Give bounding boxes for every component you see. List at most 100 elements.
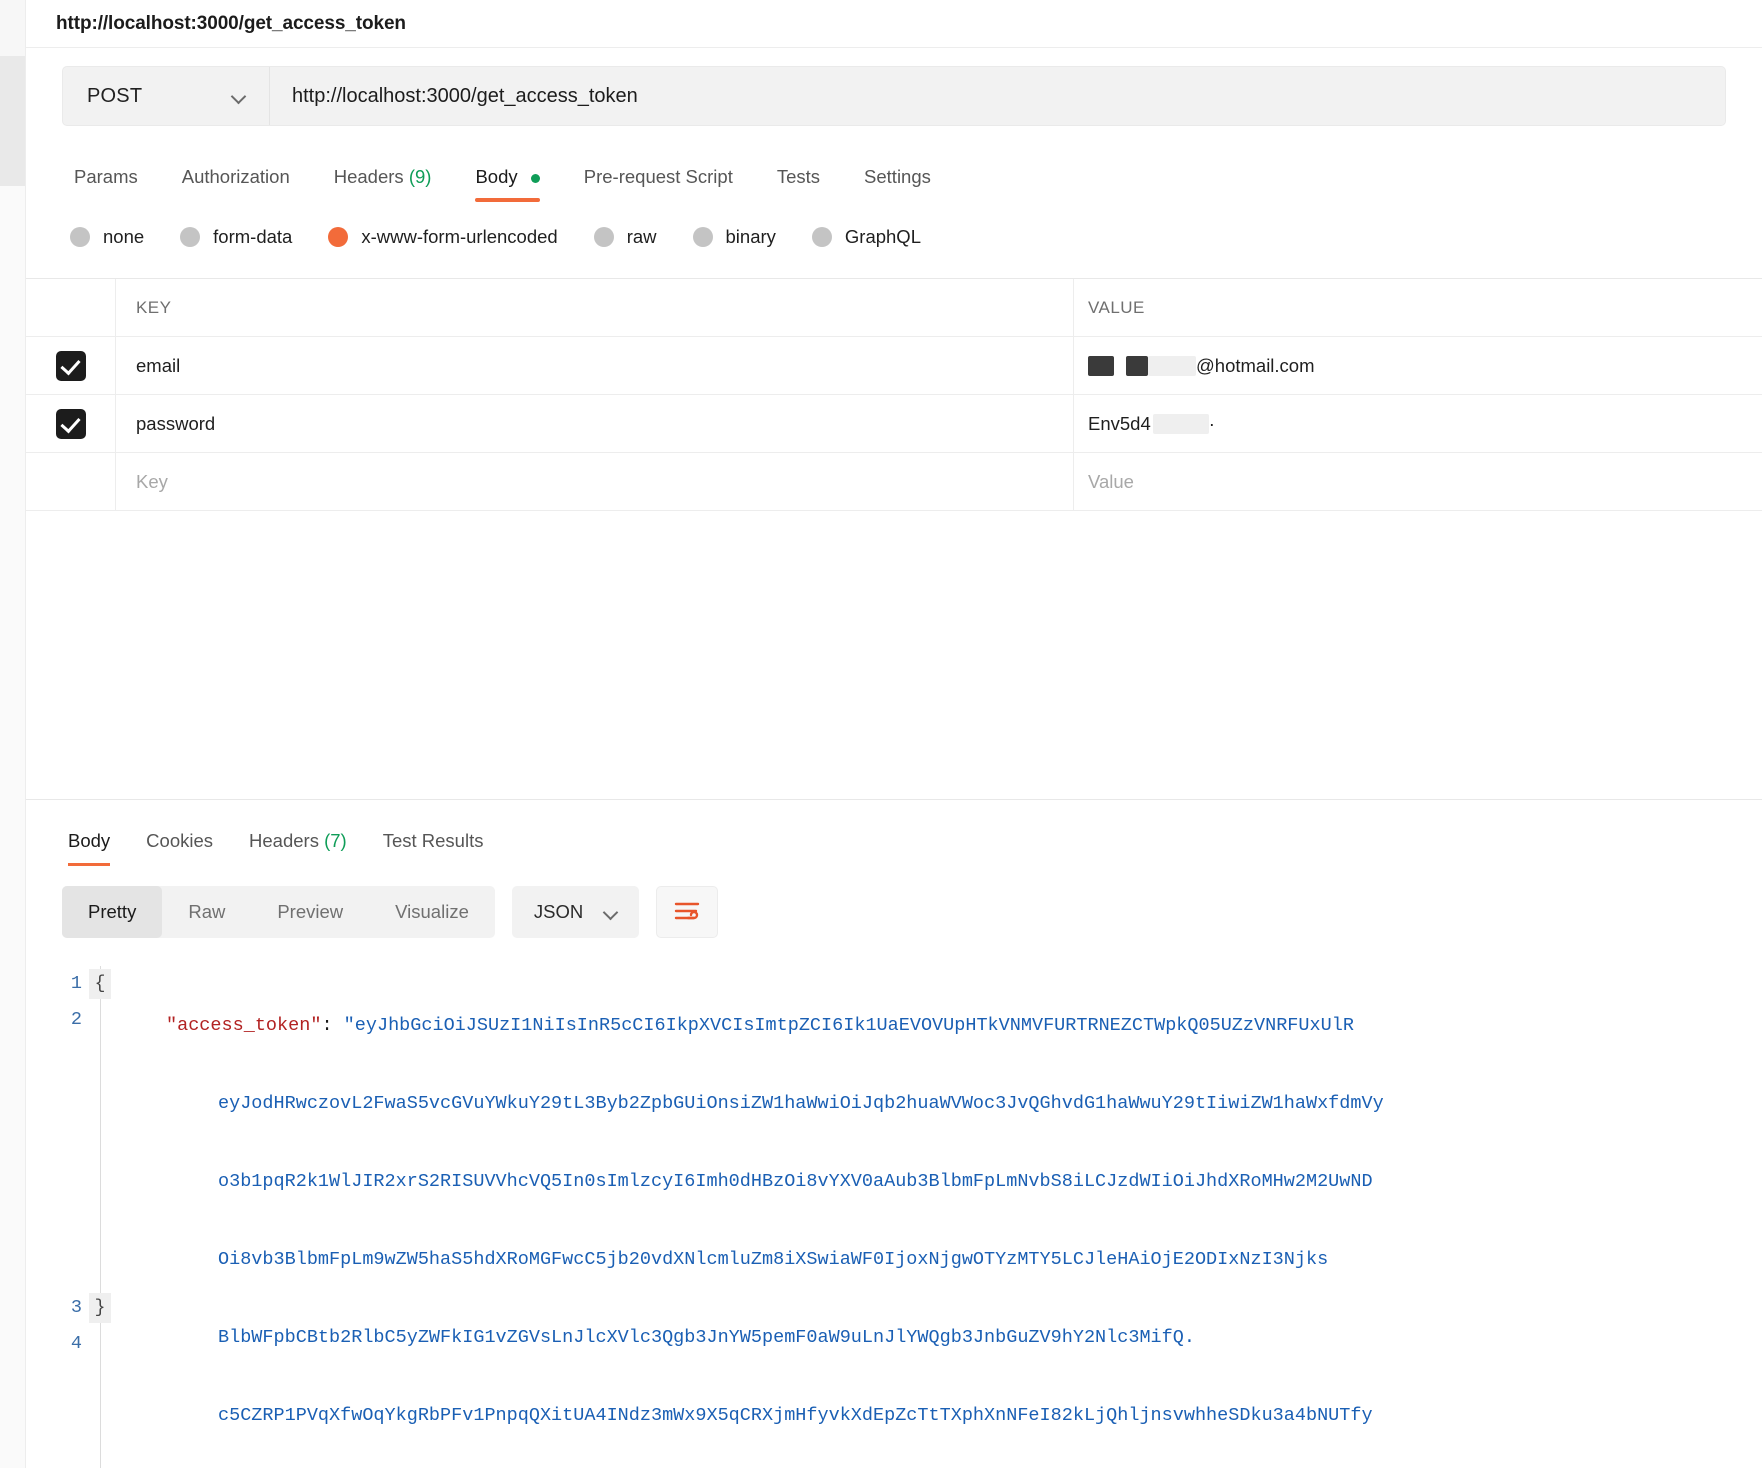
column-header-key: KEY — [136, 297, 172, 317]
radio-binary-label: binary — [725, 226, 776, 247]
json-colon: : — [321, 1015, 344, 1036]
response-tab-headers-label: Headers — [249, 830, 319, 851]
header-checkbox-cell — [26, 279, 116, 336]
fold-brace-close[interactable]: } — [89, 1293, 111, 1323]
body-type-radios: none form-data x-www-form-urlencoded raw… — [26, 216, 1762, 258]
view-mode-raw[interactable]: Raw — [162, 886, 251, 938]
empty-checkbox-cell[interactable] — [26, 453, 116, 510]
radio-x-www-form-urlencoded-label: x-www-form-urlencoded — [361, 226, 558, 247]
tab-tests[interactable]: Tests — [755, 166, 842, 202]
radio-none-bullet-icon — [70, 227, 90, 247]
radio-none-label: none — [103, 226, 145, 247]
row-checkbox-cell[interactable] — [26, 337, 116, 394]
code-fold-column[interactable]: { } — [89, 966, 122, 1468]
response-tab-test-results[interactable]: Test Results — [365, 830, 502, 866]
response-tab-body-label: Body — [68, 830, 111, 851]
tab-pre-request-script[interactable]: Pre-request Script — [562, 166, 755, 202]
radio-raw-label: raw — [626, 226, 657, 247]
form-data-table: KEY VALUE email @hotmail.com password En… — [26, 278, 1762, 511]
view-mode-pretty-label: Pretty — [88, 901, 137, 922]
rail-segment-top — [0, 0, 26, 56]
rail-segment-active[interactable] — [0, 56, 26, 186]
json-key: "access_token" — [166, 1015, 322, 1036]
row-value-cell[interactable]: @hotmail.com — [1074, 337, 1762, 394]
request-title-bar: http://localhost:3000/get_access_token — [26, 0, 1762, 47]
row-key-cell[interactable]: email — [116, 337, 1074, 394]
view-mode-raw-label: Raw — [188, 901, 226, 922]
response-body-viewer[interactable]: 1 2 3 4 { } "access_token": "eyJhbGciOiJ… — [26, 966, 1762, 1468]
code-line: BlbWFpbCBtb2RlbC5yZWFkIG1vZGVsLnJlcXVlc3… — [122, 1320, 1762, 1356]
radio-binary[interactable]: binary — [692, 226, 776, 248]
radio-form-data[interactable]: form-data — [180, 226, 292, 248]
row-checkbox-cell[interactable] — [26, 395, 116, 452]
format-select[interactable]: JSON — [511, 886, 640, 938]
row-value-text: Env5d4 — [1088, 412, 1151, 434]
redaction-block — [1088, 355, 1114, 376]
method-selector[interactable]: POST — [63, 67, 270, 125]
body-modified-dot-icon — [530, 173, 540, 183]
wrap-text-button[interactable] — [656, 886, 719, 938]
tab-authorization[interactable]: Authorization — [160, 166, 312, 202]
view-mode-preview[interactable]: Preview — [251, 886, 369, 938]
tab-params[interactable]: Params — [60, 166, 160, 202]
radio-raw-bullet-icon — [593, 227, 614, 247]
tab-headers[interactable]: Headers (9) — [312, 166, 454, 202]
row-key-text: password — [136, 412, 216, 434]
checkbox-checked-icon[interactable] — [55, 350, 86, 381]
format-select-label: JSON — [533, 901, 584, 922]
view-mode-pretty[interactable]: Pretty — [62, 886, 163, 938]
column-header-value: VALUE — [1088, 297, 1145, 317]
row-key-cell[interactable]: password — [116, 395, 1074, 452]
radio-none[interactable]: none — [70, 226, 144, 248]
tab-settings[interactable]: Settings — [842, 166, 953, 202]
table-row-empty: Key Value — [26, 453, 1762, 511]
fold-brace-open[interactable]: { — [89, 969, 111, 999]
line-number-gutter: 1 2 3 4 — [26, 966, 100, 1468]
response-tab-cookies[interactable]: Cookies — [128, 830, 231, 866]
radio-form-data-label: form-data — [213, 226, 293, 247]
table-header-row: KEY VALUE — [26, 279, 1762, 337]
radio-raw[interactable]: raw — [593, 226, 657, 248]
row-key-text: email — [136, 354, 181, 376]
response-tab-cookies-label: Cookies — [146, 830, 214, 851]
url-input[interactable]: http://localhost:3000/get_access_token — [270, 67, 1725, 125]
response-tab-body[interactable]: Body — [50, 830, 128, 866]
view-mode-visualize[interactable]: Visualize — [369, 886, 495, 938]
tab-headers-count: (9) — [408, 166, 432, 187]
line-number: 4 — [70, 1333, 82, 1354]
request-tabs: Params Authorization Headers (9) Body Pr… — [26, 152, 1762, 202]
radio-graphql-label: GraphQL — [844, 226, 921, 247]
redaction-block — [1126, 355, 1148, 376]
wrap-text-icon — [675, 902, 700, 920]
code-line: o3b1pqR2k1WlJIR2xrS2RISUVVhcVQ5In0sImlzc… — [122, 1164, 1762, 1200]
tab-body[interactable]: Body — [453, 166, 561, 202]
radio-graphql[interactable]: GraphQL — [811, 226, 921, 248]
view-mode-preview-label: Preview — [277, 901, 344, 922]
table-row: password Env5d4 · — [26, 395, 1762, 453]
response-pane: Body Cookies Headers (7) Test Results Pr… — [26, 799, 1762, 1468]
tab-settings-label: Settings — [864, 166, 931, 187]
response-tab-body-underline — [68, 863, 111, 866]
response-format-toolbar: Pretty Raw Preview Visualize JSON — [26, 886, 1762, 938]
blur-block — [1148, 355, 1196, 376]
checkbox-checked-icon[interactable] — [55, 408, 86, 439]
empty-key-cell[interactable]: Key — [116, 453, 1074, 510]
tab-headers-label: Headers — [333, 166, 404, 187]
json-string-cont: eyJodHRwczovL2FwaS5vcGVuYWkuY29tL3Byb2Zp… — [218, 1093, 1384, 1114]
method-label: POST — [87, 84, 143, 107]
page-title: http://localhost:3000/get_access_token — [56, 12, 406, 34]
radio-x-www-form-urlencoded[interactable]: x-www-form-urlencoded — [328, 226, 558, 248]
main-pane: http://localhost:3000/get_access_token P… — [26, 0, 1762, 1468]
left-rail — [0, 0, 26, 1468]
chevron-down-icon — [231, 88, 247, 104]
row-value-cell[interactable]: Env5d4 · — [1074, 395, 1762, 452]
response-tab-headers[interactable]: Headers (7) — [231, 830, 365, 866]
header-key-cell: KEY — [116, 279, 1074, 336]
empty-value-cell[interactable]: Value — [1074, 453, 1762, 510]
value-placeholder: Value — [1088, 470, 1134, 492]
key-placeholder: Key — [136, 470, 168, 492]
header-value-cell: VALUE — [1074, 279, 1762, 336]
radio-graphql-bullet-icon — [811, 227, 832, 247]
tab-pre-request-script-label: Pre-request Script — [583, 166, 733, 187]
line-number: 3 — [70, 1297, 82, 1318]
